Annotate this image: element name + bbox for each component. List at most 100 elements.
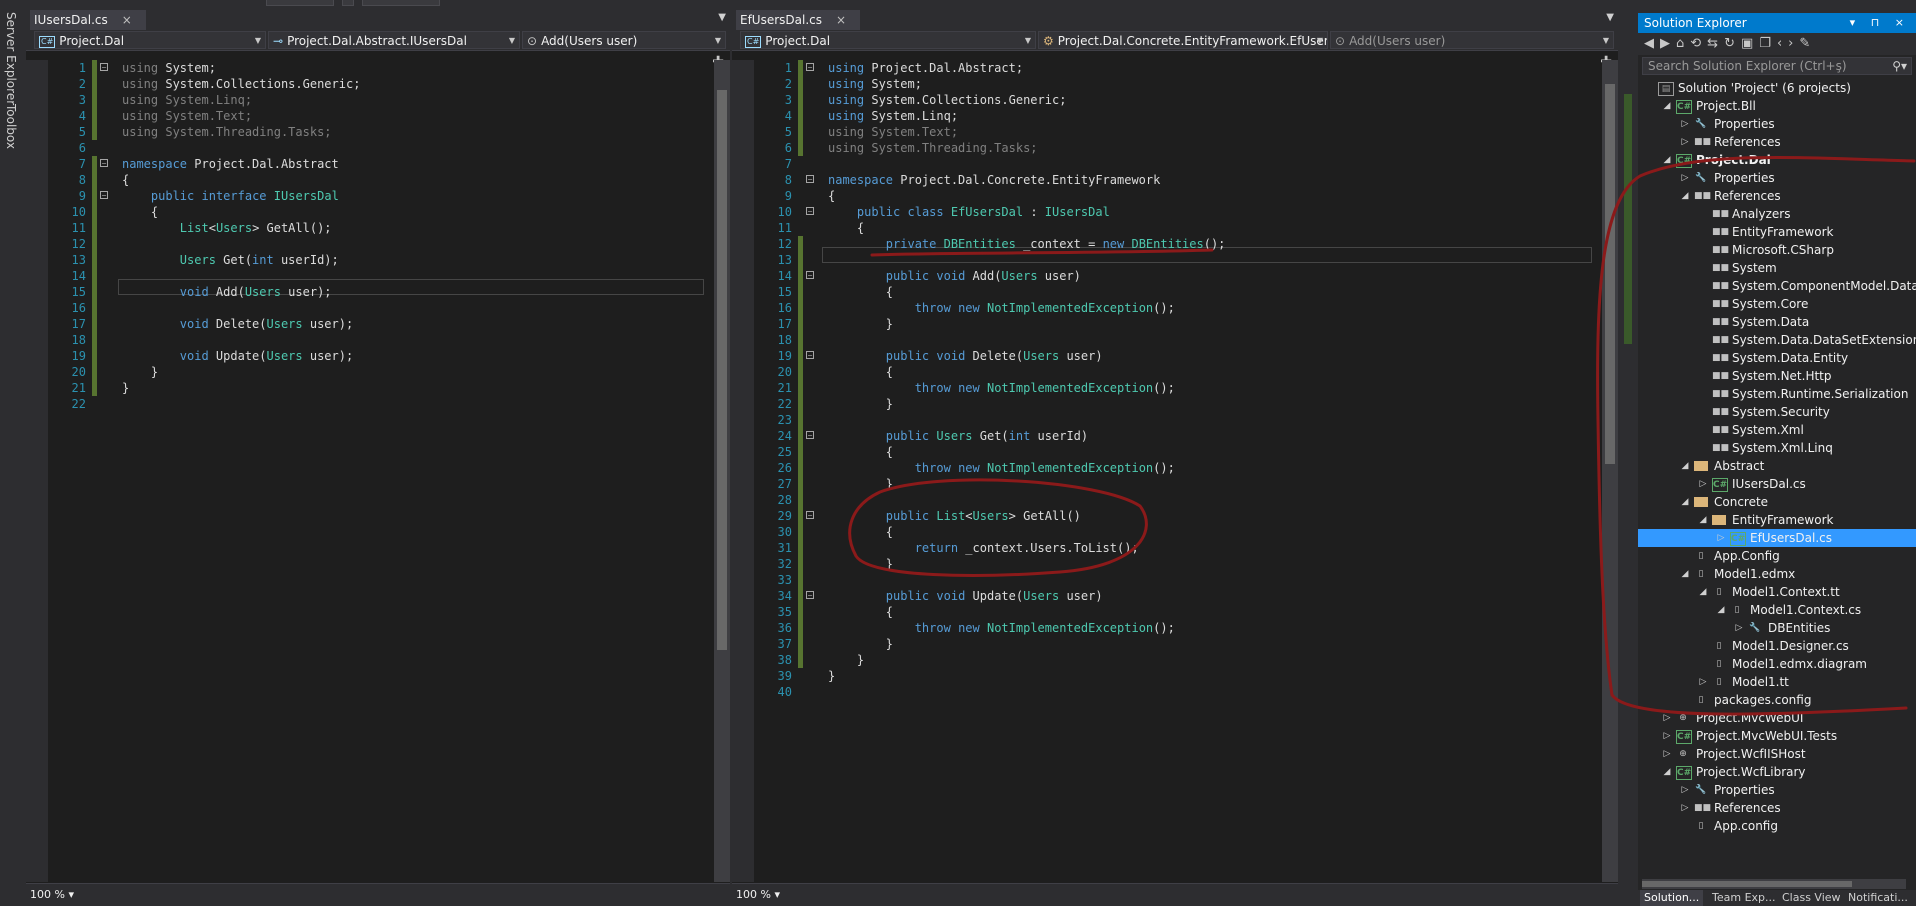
tree-node[interactable]: ▤ Solution 'Project' (6 projects) (1638, 79, 1916, 97)
code-line[interactable]: 16 throw new NotImplementedException(); (754, 300, 1600, 316)
code-line[interactable]: 1 − using System; (48, 60, 710, 76)
tab-efusersdal[interactable]: EfUsersDal.cs × (736, 10, 861, 32)
tree-node[interactable]: ▷ ▯ Model1.tt (1638, 673, 1916, 691)
collapsed-icon[interactable]: ▷ (1680, 781, 1690, 799)
tree-node[interactable]: ◢ ▯ Model1.Context.tt (1638, 583, 1916, 601)
view-code-icon[interactable]: ‹› (1777, 36, 1799, 51)
tree-node[interactable]: ◢ ▯ Model1.Context.cs (1638, 601, 1916, 619)
code-line[interactable]: 4 using System.Text; (48, 108, 710, 124)
code-line[interactable]: 31 return _context.Users.ToList(); (754, 540, 1600, 556)
code-line[interactable]: 12 (48, 236, 710, 252)
code-line[interactable]: 9 − public interface IUsersDal (48, 188, 710, 204)
bottom-tab[interactable]: Team Exp... (1708, 890, 1780, 906)
fold-toggle-icon[interactable]: − (100, 63, 108, 72)
tree-node[interactable]: ◢ C# Project.WcfLibrary (1638, 763, 1916, 781)
code-line[interactable]: 19 void Update(Users user); (48, 348, 710, 364)
code-line[interactable]: 13 (754, 252, 1600, 268)
fold-toggle-icon[interactable]: − (806, 511, 814, 520)
tree-node[interactable]: ▯ App.config (1638, 817, 1916, 835)
code-line[interactable]: 7 − namespace Project.Dal.Abstract (48, 156, 710, 172)
code-line[interactable]: 20 } (48, 364, 710, 380)
forward-icon[interactable]: ▶ (1660, 36, 1676, 51)
tree-node[interactable]: ▷ ■■ References (1638, 133, 1916, 151)
type-combo[interactable]: ⊸ Project.Dal.Abstract.IUsersDal ▼ (268, 31, 520, 49)
scroll-thumb[interactable] (1605, 84, 1615, 464)
sync-icon[interactable]: ⇆ (1707, 36, 1724, 51)
type-combo[interactable]: ⚙ Project.Dal.Concrete.EntityFramework.Ef… (1038, 31, 1328, 49)
collapsed-icon[interactable]: ▷ (1680, 799, 1690, 817)
tree-node[interactable]: ▷ ⊕ Project.WcfIISHost (1638, 745, 1916, 763)
code-line[interactable]: 5 using System.Text; (754, 124, 1600, 140)
collapsed-icon[interactable]: ▷ (1716, 529, 1726, 547)
code-line[interactable]: 37 } (754, 636, 1600, 652)
tree-node[interactable]: ▷ ■■ References (1638, 799, 1916, 817)
back-icon[interactable]: ◀ (1644, 36, 1660, 51)
code-line[interactable]: 36 throw new NotImplementedException(); (754, 620, 1600, 636)
code-line[interactable]: 1 − using Project.Dal.Abstract; (754, 60, 1600, 76)
fold-toggle-icon[interactable]: − (806, 207, 814, 216)
expanded-icon[interactable]: ◢ (1662, 763, 1672, 781)
code-line[interactable]: 17 void Delete(Users user); (48, 316, 710, 332)
right-vertical-scrollbar[interactable] (1602, 60, 1618, 882)
solution-explorer-search[interactable]: Search Solution Explorer (Ctrl+ş) ⚲▾ (1642, 57, 1912, 75)
code-line[interactable]: 8{ (48, 172, 710, 188)
code-line[interactable]: 40 (754, 684, 1600, 700)
project-combo[interactable]: C# Project.Dal ▼ (34, 31, 266, 49)
bottom-tab[interactable]: Notificati... (1844, 890, 1912, 906)
collapsed-icon[interactable]: ▷ (1734, 619, 1744, 637)
tree-node[interactable]: ◢ ▯ Model1.edmx (1638, 565, 1916, 583)
expanded-icon[interactable]: ◢ (1698, 511, 1708, 529)
tab-iusersdal[interactable]: IUsersDal.cs × (30, 10, 146, 32)
tree-node[interactable]: ■■ System.Xml.Linq (1638, 439, 1916, 457)
member-combo[interactable]: ⊙ Add(Users user) ▼ (522, 31, 726, 49)
expanded-icon[interactable]: ◢ (1680, 457, 1690, 475)
code-line[interactable]: 3 using System.Linq; (48, 92, 710, 108)
tree-node[interactable]: ▯ App.Config (1638, 547, 1916, 565)
code-line[interactable]: 18 (48, 332, 710, 348)
collapsed-icon[interactable]: ▷ (1698, 673, 1708, 691)
server-explorer-tab[interactable]: Server Explorer (4, 12, 18, 105)
tree-node[interactable]: ◢ C# Project.Dal (1638, 151, 1916, 169)
collapse-all-icon[interactable]: ▣ (1741, 36, 1759, 51)
expanded-icon[interactable]: ◢ (1680, 493, 1690, 511)
tree-node[interactable]: ■■ EntityFramework (1638, 223, 1916, 241)
code-line[interactable]: 17 } (754, 316, 1600, 332)
code-line[interactable]: 22 (48, 396, 710, 412)
search-icon[interactable]: ⚲▾ (1892, 58, 1907, 74)
tree-node[interactable]: ▯ Model1.edmx.diagram (1638, 655, 1916, 673)
code-line[interactable]: 28 (754, 492, 1600, 508)
tree-node[interactable]: ▷ 🔧 Properties (1638, 169, 1916, 187)
collapsed-icon[interactable]: ▷ (1662, 745, 1672, 763)
tree-node[interactable]: ■■ System.Data.DataSetExtensions (1638, 331, 1916, 349)
tree-node[interactable]: ■■ Analyzers (1638, 205, 1916, 223)
code-line[interactable]: 11 List<Users> GetAll(); (48, 220, 710, 236)
tree-node[interactable]: ▯ Model1.Designer.cs (1638, 637, 1916, 655)
code-line[interactable]: 10 − public class EfUsersDal : IUsersDal (754, 204, 1600, 220)
tree-node[interactable]: ▷ C# IUsersDal.cs (1638, 475, 1916, 493)
home-icon[interactable]: ⌂ (1676, 36, 1690, 51)
tree-node[interactable]: ■■ Microsoft.CSharp (1638, 241, 1916, 259)
tree-node[interactable]: ▷ 🔧 Properties (1638, 781, 1916, 799)
expanded-icon[interactable]: ◢ (1680, 565, 1690, 583)
collapsed-icon[interactable]: ▷ (1662, 727, 1672, 745)
code-line[interactable]: 7 (754, 156, 1600, 172)
tree-horizontal-scrollbar[interactable] (1642, 879, 1906, 889)
tree-node[interactable]: ■■ System.Core (1638, 295, 1916, 313)
tree-node[interactable]: ◢ EntityFramework (1638, 511, 1916, 529)
code-line[interactable]: 18 (754, 332, 1600, 348)
code-line[interactable]: 13 Users Get(int userId); (48, 252, 710, 268)
collapsed-icon[interactable]: ▷ (1680, 169, 1690, 187)
bottom-tab[interactable]: Solution... (1640, 890, 1704, 906)
tree-node[interactable]: ◢ C# Project.Bll (1638, 97, 1916, 115)
right-code-area[interactable]: 1 − using Project.Dal.Abstract; 2 using Syst… (754, 60, 1600, 882)
fold-toggle-icon[interactable]: − (806, 63, 814, 72)
tree-node[interactable]: ■■ System.Data (1638, 313, 1916, 331)
tree-node[interactable]: ▷ 🔧 Properties (1638, 115, 1916, 133)
code-line[interactable]: 22 } (754, 396, 1600, 412)
code-line[interactable]: 10 { (48, 204, 710, 220)
scroll-thumb[interactable] (717, 90, 727, 650)
code-line[interactable]: 35 { (754, 604, 1600, 620)
tree-node[interactable]: ◢ ■■ References (1638, 187, 1916, 205)
fold-toggle-icon[interactable]: − (806, 431, 814, 440)
fold-toggle-icon[interactable]: − (806, 351, 814, 360)
